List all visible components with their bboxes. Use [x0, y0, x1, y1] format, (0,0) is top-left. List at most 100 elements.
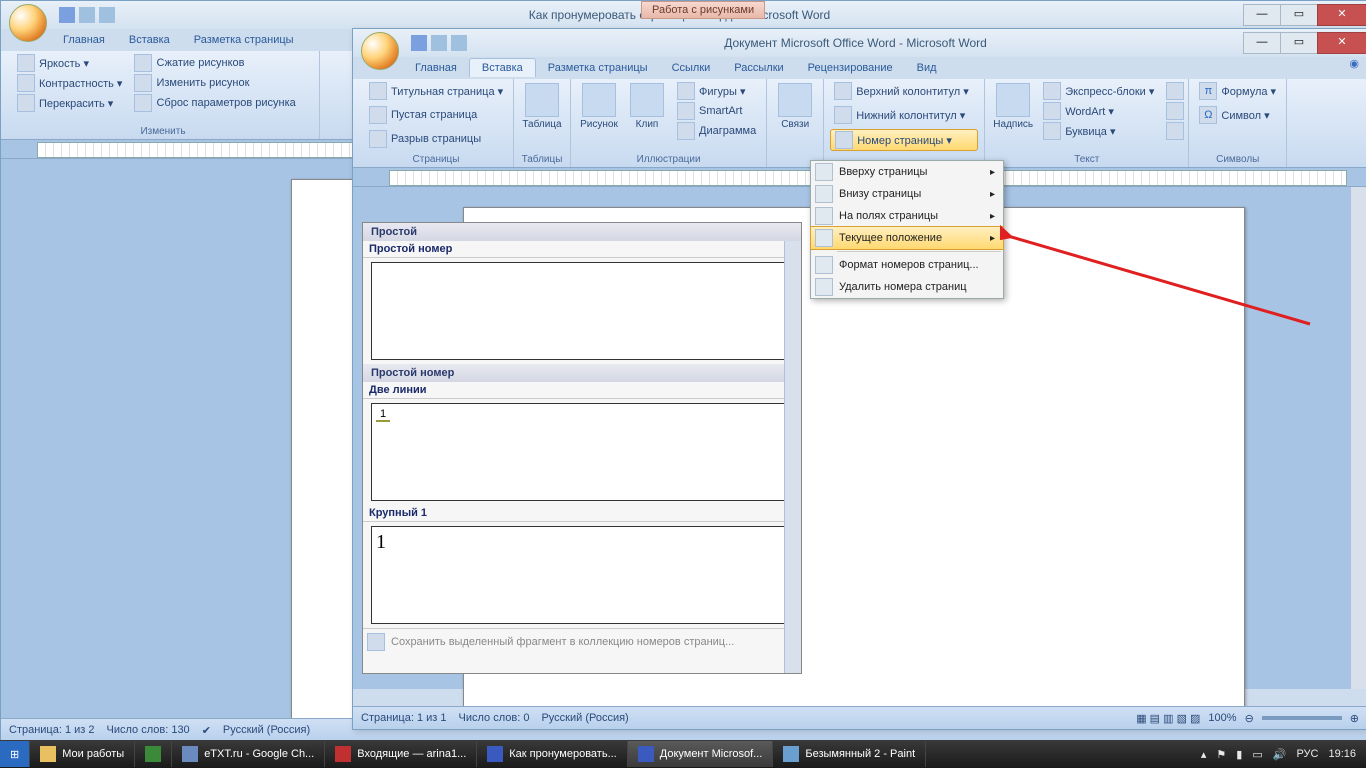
tab-home[interactable]: Главная — [51, 31, 117, 49]
blank-page-button[interactable]: Пустая страница — [365, 105, 507, 125]
view-buttons[interactable]: ▦ ▤ ▥ ▧ ▨ — [1136, 712, 1200, 725]
taskbar-item[interactable]: Входящие — arina1... — [325, 741, 477, 767]
office-button-icon[interactable] — [361, 32, 399, 70]
page-break-button[interactable]: Разрыв страницы — [365, 129, 507, 149]
taskbar-item[interactable]: Безымянный 2 - Paint — [773, 741, 926, 767]
zoom-level[interactable]: 100% — [1208, 712, 1236, 724]
tab-review[interactable]: Рецензирование — [796, 59, 905, 77]
date-time-button[interactable] — [1162, 101, 1182, 121]
dropcap-button[interactable]: Буквица ▾ — [1039, 121, 1158, 141]
contrast-button[interactable]: Контрастность ▾ — [13, 73, 126, 93]
tab-home[interactable]: Главная — [403, 59, 469, 77]
chart-button[interactable]: Диаграмма — [673, 121, 760, 141]
change-picture-button[interactable]: Изменить рисунок — [130, 73, 299, 93]
equation-button[interactable]: πФормула ▾ — [1195, 81, 1280, 101]
menu-page-margins[interactable]: На полях страницы▸ — [811, 205, 1003, 227]
status-page[interactable]: Страница: 1 из 1 — [361, 712, 447, 724]
office-button-icon[interactable] — [9, 4, 47, 42]
object-icon — [1166, 122, 1184, 140]
page-number-menu: Вверху страницы▸ Внизу страницы▸ На поля… — [810, 160, 1004, 299]
contextual-tab-picture-tools[interactable]: Работа с рисунками — [641, 1, 765, 19]
status-words[interactable]: Число слов: 0 — [459, 712, 530, 724]
links-button[interactable]: Связи — [773, 81, 817, 165]
quick-access-toolbar[interactable] — [411, 35, 467, 51]
tab-layout[interactable]: Разметка страницы — [182, 31, 306, 49]
clipart-button[interactable]: Клип — [625, 81, 669, 165]
taskbar-item[interactable]: Мои работы — [30, 741, 135, 767]
zoom-slider[interactable] — [1262, 716, 1342, 720]
gallery-item-large-1[interactable]: 1 — [371, 526, 793, 624]
status-page[interactable]: Страница: 1 из 2 — [9, 724, 95, 736]
redo-icon[interactable] — [451, 35, 467, 51]
symbol-button[interactable]: ΩСимвол ▾ — [1195, 105, 1280, 125]
taskbar-item[interactable] — [135, 741, 172, 767]
help-icon[interactable]: ◉ — [1349, 57, 1359, 70]
shapes-button[interactable]: Фигуры ▾ — [673, 81, 760, 101]
tray-language[interactable]: РУС — [1296, 748, 1318, 760]
tray-network-icon[interactable]: ▮ — [1236, 748, 1242, 761]
tray-clock[interactable]: 19:16 — [1328, 748, 1356, 760]
wordart-button[interactable]: WordArt ▾ — [1039, 101, 1158, 121]
menu-remove-page-numbers[interactable]: Удалить номера страниц — [811, 276, 1003, 298]
quickparts-button[interactable]: Экспресс-блоки ▾ — [1039, 81, 1158, 101]
proofing-icon[interactable]: ✔ — [202, 724, 211, 737]
undo-icon[interactable] — [431, 35, 447, 51]
table-button[interactable]: Таблица — [520, 81, 564, 165]
tab-mailings[interactable]: Рассылки — [722, 59, 795, 77]
menu-current-position[interactable]: Текущее положение▸ — [810, 226, 1004, 250]
gallery-item-plain-number[interactable] — [371, 262, 793, 360]
tray-flag-icon[interactable]: ⚑ — [1216, 748, 1226, 761]
textbox-button[interactable]: Надпись — [991, 81, 1035, 165]
status-language[interactable]: Русский (Россия) — [223, 724, 310, 736]
windows-taskbar: ⊞ Мои работы eTXT.ru - Google Ch... Вход… — [0, 740, 1366, 768]
header-button[interactable]: Верхний колонтитул ▾ — [830, 81, 978, 101]
gallery-scrollbar[interactable] — [784, 241, 801, 673]
tab-layout[interactable]: Разметка страницы — [536, 59, 660, 77]
tab-references[interactable]: Ссылки — [660, 59, 723, 77]
compress-button[interactable]: Сжатие рисунков — [130, 53, 299, 73]
smartart-button[interactable]: SmartArt — [673, 101, 760, 121]
picture-button[interactable]: Рисунок — [577, 81, 621, 165]
undo-icon[interactable] — [79, 7, 95, 23]
close-button[interactable]: ✕ — [1317, 32, 1366, 54]
footer-button[interactable]: Нижний колонтитул ▾ — [830, 105, 978, 125]
status-language[interactable]: Русский (Россия) — [541, 712, 628, 724]
page-number-button[interactable]: Номер страницы ▾ — [830, 129, 978, 151]
tray-chevron-icon[interactable]: ▴ — [1201, 748, 1207, 761]
menu-top-of-page[interactable]: Вверху страницы▸ — [811, 161, 1003, 183]
save-icon[interactable] — [59, 7, 75, 23]
zoom-in-button[interactable]: ⊕ — [1350, 712, 1359, 725]
start-button[interactable]: ⊞ — [0, 741, 30, 767]
cover-page-button[interactable]: Титульная страница ▾ — [365, 81, 507, 101]
signature-line-button[interactable] — [1162, 81, 1182, 101]
zoom-out-button[interactable]: ⊖ — [1245, 712, 1254, 725]
vertical-scrollbar[interactable] — [1350, 187, 1366, 689]
menu-bottom-of-page[interactable]: Внизу страницы▸ — [811, 183, 1003, 205]
gallery-item-two-lines[interactable]: 1 — [371, 403, 793, 501]
object-button[interactable] — [1162, 121, 1182, 141]
group-header-footer: Верхний колонтитул ▾ Нижний колонтитул ▾… — [824, 79, 985, 167]
tray-volume-icon[interactable]: 🔊 — [1273, 748, 1287, 761]
cover-page-icon — [369, 82, 387, 100]
tab-insert[interactable]: Вставка — [117, 31, 182, 49]
redo-icon[interactable] — [99, 7, 115, 23]
brightness-button[interactable]: Яркость ▾ — [13, 53, 126, 73]
menu-format-page-numbers[interactable]: Формат номеров страниц... — [811, 254, 1003, 276]
gallery-footer[interactable]: Сохранить выделенный фрагмент в коллекци… — [363, 628, 801, 655]
maximize-button[interactable]: ▭ — [1280, 4, 1318, 26]
taskbar-item[interactable]: eTXT.ru - Google Ch... — [172, 741, 325, 767]
recolor-button[interactable]: Перекрасить ▾ — [13, 93, 126, 113]
taskbar-item-active[interactable]: Документ Microsof... — [628, 741, 774, 767]
maximize-button[interactable]: ▭ — [1280, 32, 1318, 54]
quick-access-toolbar[interactable] — [59, 7, 115, 23]
reset-picture-button[interactable]: Сброс параметров рисунка — [130, 93, 299, 113]
tray-battery-icon[interactable]: ▭ — [1252, 748, 1262, 761]
minimize-button[interactable]: — — [1243, 4, 1281, 26]
save-icon[interactable] — [411, 35, 427, 51]
status-words[interactable]: Число слов: 130 — [107, 724, 190, 736]
tab-insert[interactable]: Вставка — [469, 58, 536, 77]
close-button[interactable]: ✕ — [1317, 4, 1366, 26]
taskbar-item[interactable]: Как пронумеровать... — [477, 741, 628, 767]
tab-view[interactable]: Вид — [905, 59, 949, 77]
minimize-button[interactable]: — — [1243, 32, 1281, 54]
